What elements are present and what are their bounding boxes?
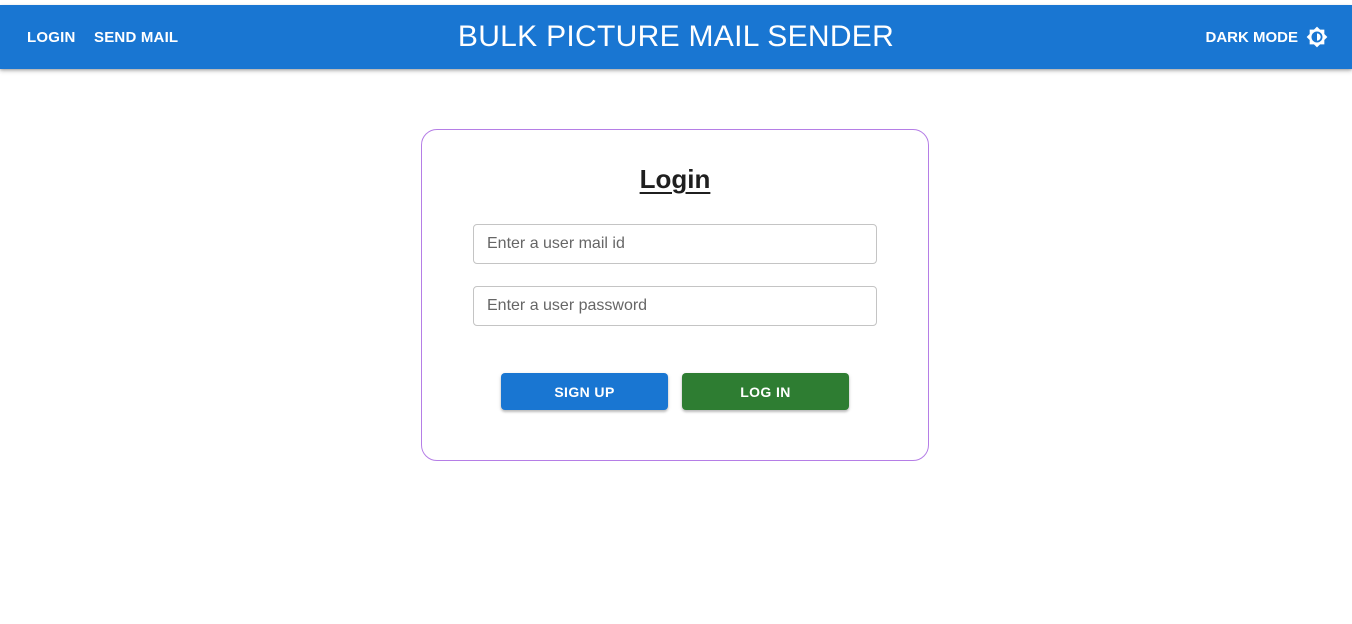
- nav-send-mail-button[interactable]: SEND MAIL: [94, 5, 178, 69]
- dark-mode-toggle[interactable]: DARK MODE: [1206, 5, 1329, 69]
- login-title: Login: [639, 164, 711, 194]
- sign-up-button[interactable]: SIGN UP: [501, 373, 668, 410]
- email-field[interactable]: [473, 224, 877, 264]
- brightness-icon: [1306, 26, 1328, 48]
- app-title: BULK PICTURE MAIL SENDER: [457, 20, 895, 53]
- dark-mode-label: DARK MODE: [1205, 28, 1299, 46]
- nav-login-button[interactable]: LOGIN: [27, 5, 76, 69]
- log-in-button[interactable]: LOG IN: [682, 373, 849, 410]
- login-card: Login SIGN UP LOG IN: [421, 129, 929, 461]
- app-bar: LOGIN SEND MAIL BULK PICTURE MAIL SENDER…: [0, 5, 1352, 69]
- password-field[interactable]: [473, 286, 877, 326]
